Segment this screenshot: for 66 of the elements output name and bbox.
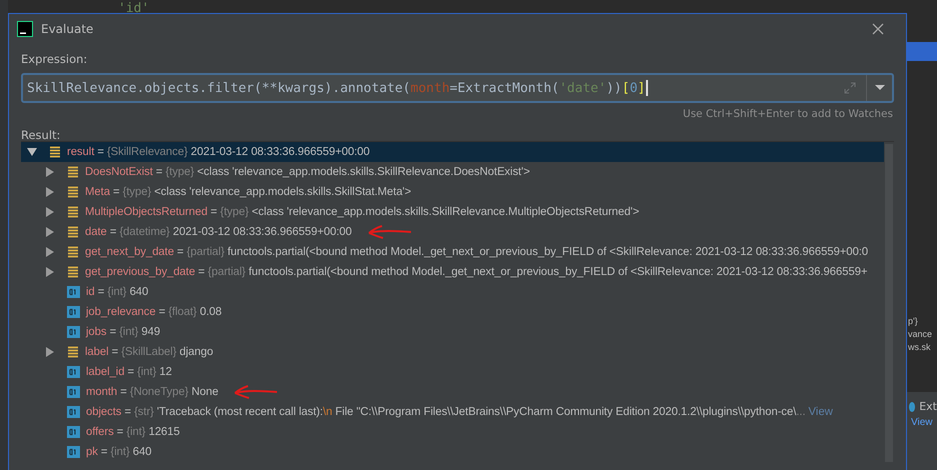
- tree-row[interactable]: month = {NoneType} None: [21, 382, 884, 402]
- tree-item-text: offers = {int} 12615: [86, 426, 180, 438]
- expand-arrow-icon[interactable]: [45, 347, 55, 357]
- object-icon: [67, 346, 79, 358]
- tree-item-text: month = {NoneType} None: [86, 386, 218, 398]
- object-icon: [67, 226, 79, 238]
- tree-row[interactable]: label = {SkillLabel} django: [21, 342, 884, 362]
- tree-item-text: Meta = {type} <class 'relevance_app.models.skills.SkillStat.Meta'>: [85, 186, 412, 198]
- info-icon: [909, 402, 916, 412]
- object-icon: [67, 166, 79, 178]
- code-text: 'id': [118, 1, 150, 18]
- tree-row[interactable]: pk = {int} 640: [21, 442, 884, 462]
- hint-text: Use Ctrl+Shift+Enter to add to Watches: [682, 108, 893, 120]
- code-text: ws.sk: [908, 342, 932, 352]
- code-text: vance: [908, 329, 934, 339]
- object-icon: [67, 186, 79, 198]
- tree-item-text: date = {datetime} 2021-03-12 08:33:36.966559+00:00: [85, 226, 352, 238]
- scrollbar-thumb[interactable]: [885, 144, 893, 462]
- tree-item-text: get_next_by_date = {partial} functools.partial(<bound method Model._get_next_or_previous_by_FIELD of <SkillRelevance: 2021-03-12 08:33:36.966559+00:0: [85, 246, 868, 258]
- primitive-value-icon: [67, 306, 80, 318]
- primitive-value-icon: [67, 366, 80, 378]
- close-icon[interactable]: [872, 23, 884, 35]
- window-title: Evaluate: [41, 22, 94, 36]
- tree-row[interactable]: Meta = {type} <class 'relevance_app.models.skills.SkillStat.Meta'>: [21, 182, 884, 202]
- tree-item-text: DoesNotExist = {type} <class 'relevance_app.models.skills.SkillRelevance.DoesNotExist'>: [85, 166, 530, 178]
- tree-item-text: job_relevance = {float} 0.08: [86, 306, 222, 318]
- object-icon: [49, 146, 61, 158]
- primitive-value-icon: [67, 326, 80, 338]
- tree-row[interactable]: get_next_by_date = {partial} functools.partial(<bound method Model._get_next_or_previous_by_FIELD of <SkillRelevance: 2021-03-12 08:33:36.966559+00:0: [21, 242, 884, 262]
- tree-row[interactable]: job_relevance = {float} 0.08: [21, 302, 884, 322]
- notification-link[interactable]: View: [909, 417, 932, 428]
- tree-item-text: label = {SkillLabel} django: [85, 346, 214, 358]
- tree-row[interactable]: result = {SkillRelevance} 2021-03-12 08:33:36.966559+00:00: [21, 142, 884, 162]
- dropdown-arrow-icon: [874, 85, 884, 91]
- tree-row[interactable]: label_id = {int} 12: [21, 362, 884, 382]
- tree-row[interactable]: MultipleObjectsReturned = {type} <class 'relevance_app.models.skills.SkillRelevance.MultipleObjectsReturned'>: [21, 202, 884, 222]
- expression-code: SkillRelevance.objects.filter(**kwargs).annotate(month=ExtractMonth('date'))[0]: [27, 80, 646, 96]
- code-text: p'}: [908, 316, 919, 326]
- tree-item-text: label_id = {int} 12: [86, 366, 172, 378]
- tree-item-text: get_previous_by_date = {partial} functools.partial(<bound method Model._get_next_or_previous_by_FIELD of <SkillRelevance: 2021-03-12 08:33:36.966559+: [85, 266, 868, 278]
- tree-item-text: jobs = {int} 949: [86, 326, 160, 338]
- expression-label: Expression:: [21, 52, 88, 68]
- tree-row[interactable]: offers = {int} 12615: [21, 422, 884, 442]
- tree-item-text: objects = {str} 'Traceback (most recent call last):\n File "C:\\Program Files\\JetBrains\\PyCharm Community Edition 2020.1.2\\plugins\\python-ce\...: [86, 406, 806, 418]
- primitive-value-icon: [67, 446, 80, 458]
- primitive-value-icon: [67, 426, 80, 438]
- tree-row[interactable]: jobs = {int} 949: [21, 322, 884, 342]
- tree-row[interactable]: id = {int} 640: [21, 282, 884, 302]
- object-icon: [67, 206, 79, 218]
- tree-row[interactable]: get_previous_by_date = {partial} functools.partial(<bound method Model._get_next_or_previous_by_FIELD of <SkillRelevance: 2021-03-12 08:33:36.966559+: [21, 262, 884, 282]
- tree-item-text: MultipleObjectsReturned = {type} <class 'relevance_app.models.skills.SkillRelevance.MultipleObjectsReturned'>: [85, 206, 640, 218]
- expression-field[interactable]: SkillRelevance.objects.filter(**kwargs).annotate(month=ExtractMonth('date'))[0]: [21, 73, 894, 103]
- object-icon: [67, 246, 79, 258]
- tree-row[interactable]: objects = {str} 'Traceback (most recent call last):\n File "C:\\Program Files\\JetBrains\\PyCharm Community Edition 2020.1.2\\plugins\\python-ce\... View: [21, 402, 884, 422]
- result-label: Result:: [21, 128, 62, 141]
- primitive-value-icon: [67, 286, 80, 298]
- tree-row[interactable]: DoesNotExist = {type} <class 'relevance_app.models.skills.SkillRelevance.DoesNotExist'>: [21, 162, 884, 182]
- tree-row[interactable]: date = {datetime} 2021-03-12 08:33:36.966559+00:00: [21, 222, 884, 242]
- app-logo-icon: [17, 21, 33, 37]
- object-icon: [67, 266, 79, 278]
- primitive-value-icon: [67, 386, 80, 398]
- tree-item-text: pk = {int} 640: [86, 446, 152, 458]
- tree-item-text: id = {int} 640: [86, 286, 148, 298]
- tree-item-text: result = {SkillRelevance} 2021-03-12 08:33:36.966559+00:00: [67, 146, 370, 158]
- primitive-value-icon: [67, 406, 80, 418]
- notification-title: Ext: [919, 400, 937, 413]
